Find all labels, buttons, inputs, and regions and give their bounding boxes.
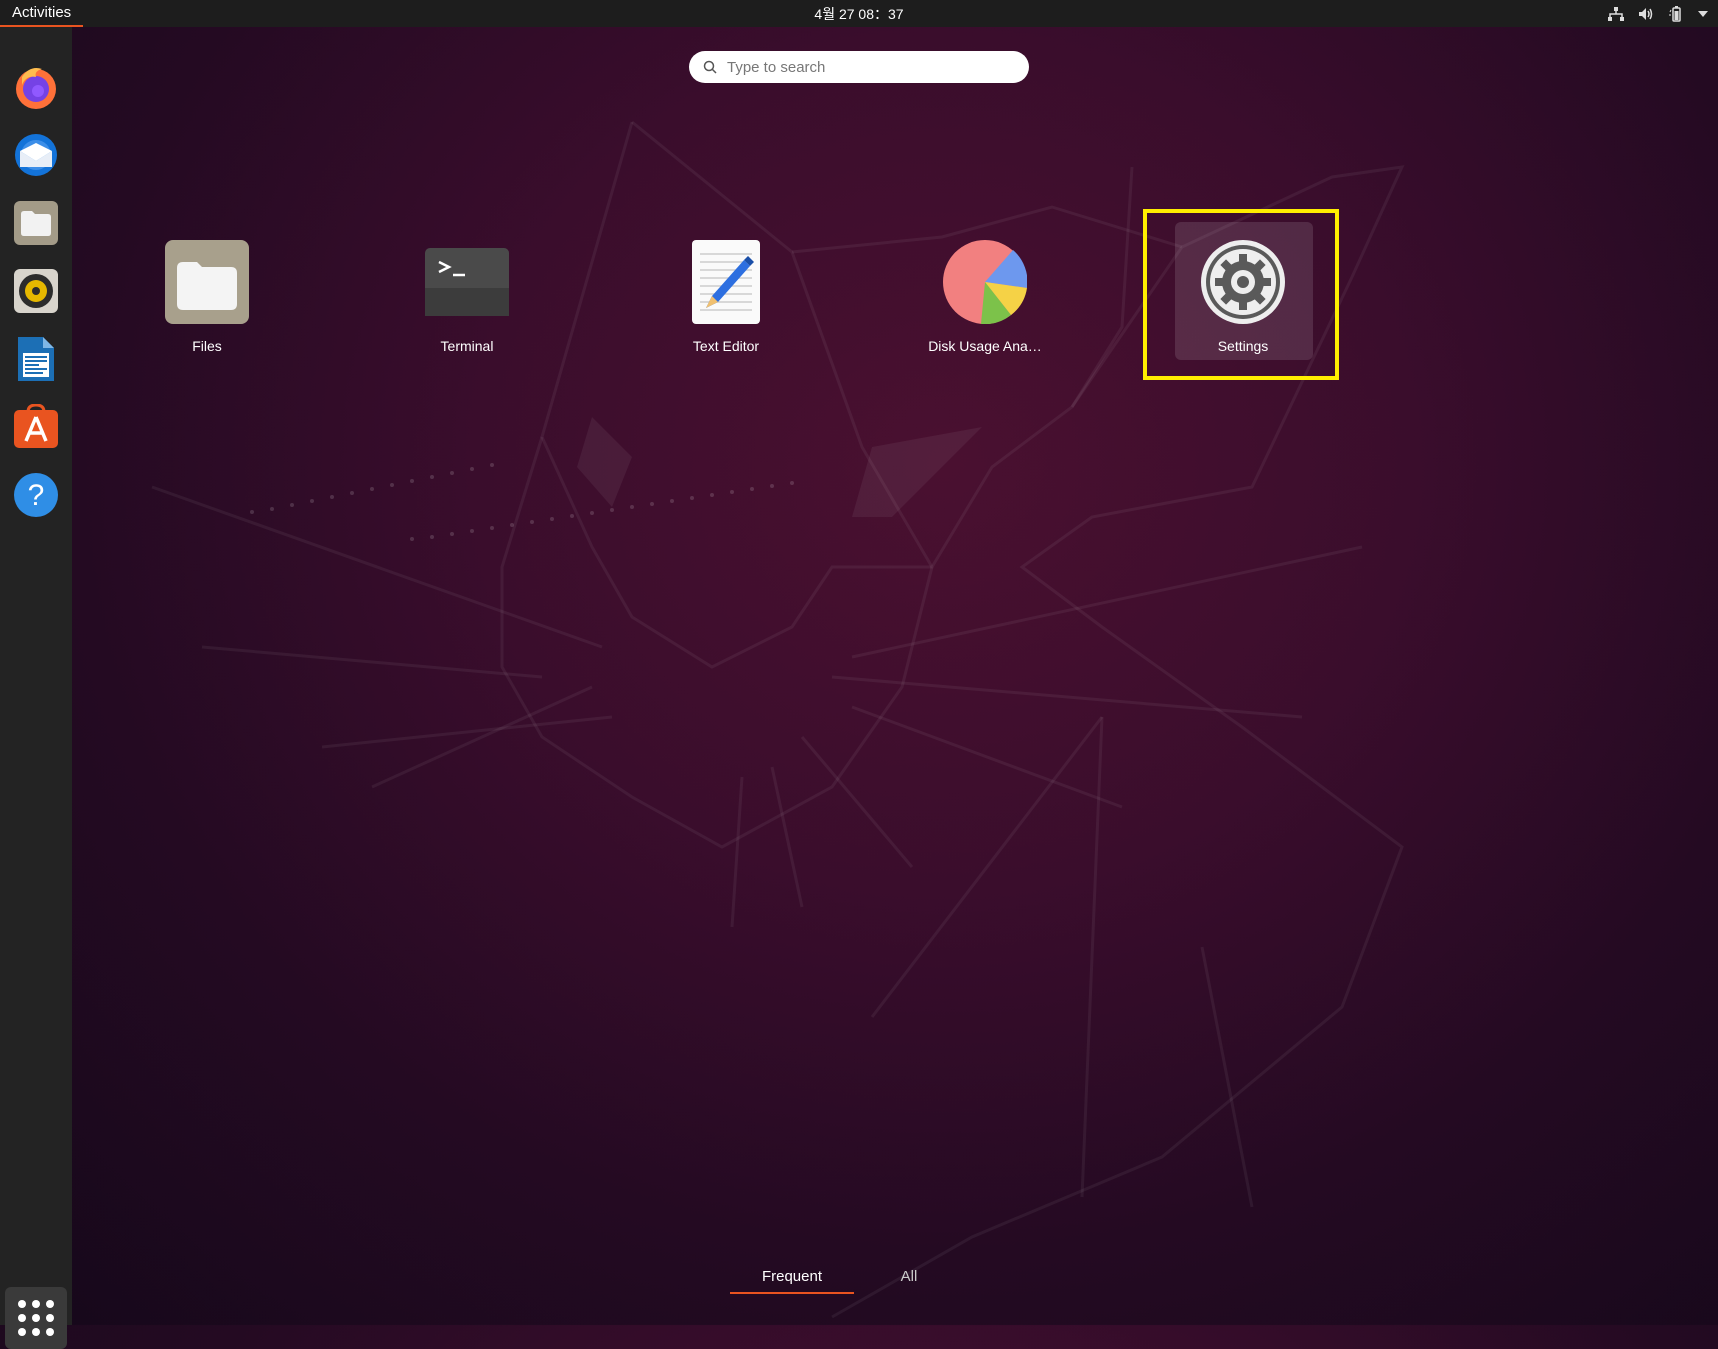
battery-icon <box>1669 5 1681 22</box>
grid-dot <box>18 1300 26 1308</box>
text-editor-icon <box>684 240 768 324</box>
files-icon[interactable] <box>10 197 62 249</box>
top-bar: Activities 4월 27 08：37 <box>0 0 1718 27</box>
ubuntu-software-icon[interactable] <box>10 401 62 453</box>
grid-dot <box>32 1314 40 1322</box>
thunderbird-icon[interactable] <box>10 129 62 181</box>
app-label: Text Editor <box>692 338 760 354</box>
terminal-icon <box>425 240 509 324</box>
files-icon <box>165 240 249 324</box>
grid-dot <box>32 1300 40 1308</box>
activities-button[interactable]: Activities <box>0 0 84 27</box>
tab-frequent[interactable]: Frequent <box>730 1262 854 1294</box>
libreoffice-writer-icon[interactable] <box>10 333 62 385</box>
search-box[interactable] <box>689 51 1029 83</box>
search-icon <box>703 60 717 74</box>
app-terminal[interactable]: Terminal <box>377 222 557 362</box>
chevron-down-icon <box>1698 10 1708 17</box>
grid-dot <box>18 1328 26 1336</box>
settings-highlight-box <box>1143 209 1339 380</box>
network-icon <box>1608 6 1624 21</box>
app-view-tabs: Frequent All <box>730 1262 964 1294</box>
app-label: Terminal <box>440 338 494 354</box>
rhythmbox-icon[interactable] <box>10 265 62 317</box>
volume-icon <box>1639 7 1653 20</box>
svg-text:?: ? <box>28 479 45 512</box>
system-tray[interactable] <box>1608 0 1708 27</box>
grid-dot <box>46 1300 54 1308</box>
clock[interactable]: 4월 27 08：37 <box>814 0 903 27</box>
grid-dot <box>32 1328 40 1336</box>
app-text-editor[interactable]: Text Editor <box>636 222 816 362</box>
grid-dot <box>46 1328 54 1336</box>
firefox-icon[interactable] <box>10 61 62 113</box>
grid-dot <box>18 1314 26 1322</box>
grid-dot <box>46 1314 54 1322</box>
tab-all[interactable]: All <box>854 1262 964 1292</box>
search-input[interactable] <box>725 57 1009 77</box>
app-label: Disk Usage Ana… <box>928 338 1042 354</box>
app-files[interactable]: Files <box>117 222 297 362</box>
app-disk-usage-analyzer[interactable]: Disk Usage Ana… <box>895 222 1075 362</box>
dock: ? <box>0 27 72 1349</box>
app-label: Files <box>192 338 222 354</box>
help-icon[interactable]: ? <box>10 469 62 521</box>
show-applications-button[interactable] <box>5 1287 67 1349</box>
disk-usage-analyzer-icon <box>943 240 1027 324</box>
